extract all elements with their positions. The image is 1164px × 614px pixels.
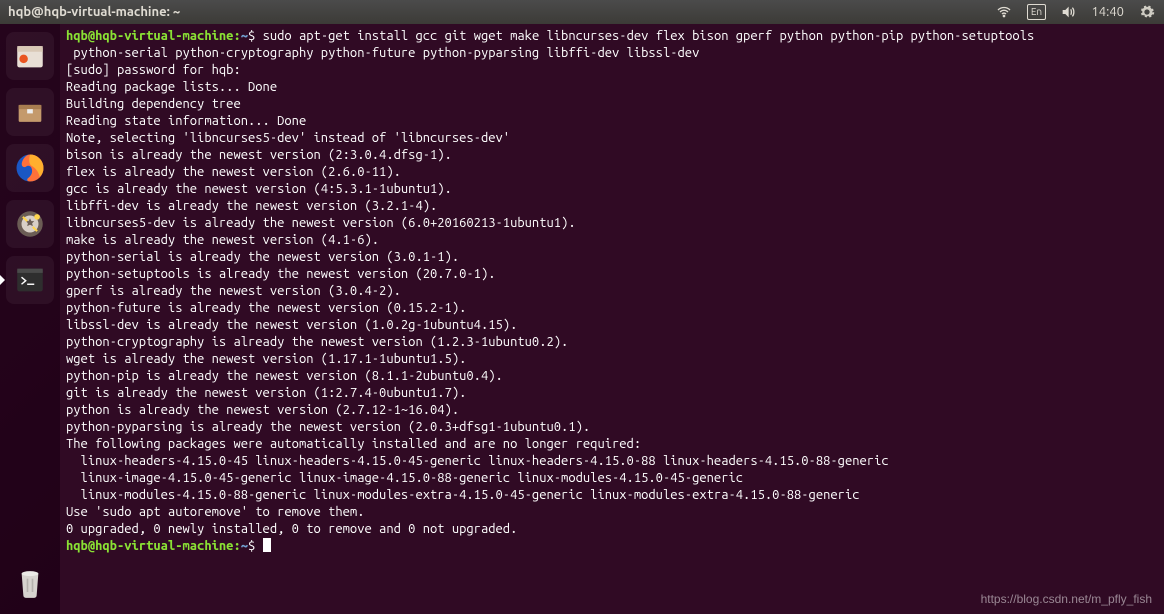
- system-tray: En 14:40: [995, 3, 1156, 21]
- terminal-output: [sudo] password for hqb: Reading package…: [66, 63, 889, 536]
- trash-icon[interactable]: [6, 558, 54, 606]
- cursor: [263, 538, 271, 552]
- prompt-end: $: [248, 29, 263, 43]
- prompt-sep: :: [233, 29, 240, 43]
- wifi-icon[interactable]: [995, 3, 1013, 21]
- terminal-icon[interactable]: [6, 256, 54, 304]
- language-indicator[interactable]: En: [1027, 3, 1045, 21]
- launcher: [0, 24, 60, 614]
- clock[interactable]: 14:40: [1091, 5, 1124, 19]
- archive-app-icon[interactable]: [6, 88, 54, 136]
- gear-icon[interactable]: [1138, 3, 1156, 21]
- prompt-user: hqb@hqb-virtual-machine: [66, 29, 233, 43]
- sound-icon[interactable]: [1059, 3, 1077, 21]
- titlebar: hqb@hqb-virtual-machine: ~ En 14:40: [0, 0, 1164, 24]
- terminal-pane[interactable]: hqb@hqb-virtual-machine:~$ sudo apt-get …: [60, 24, 1164, 614]
- watermark: https://blog.csdn.net/m_pfly_fish: [981, 591, 1152, 608]
- firefox-icon[interactable]: [6, 144, 54, 192]
- prompt-path: ~: [241, 29, 248, 43]
- files-app-icon[interactable]: [6, 32, 54, 80]
- settings-app-icon[interactable]: [6, 200, 54, 248]
- prompt-user-2: hqb@hqb-virtual-machine: [66, 539, 233, 553]
- window-title: hqb@hqb-virtual-machine: ~: [8, 5, 995, 19]
- desktop: hqb@hqb-virtual-machine:~$ sudo apt-get …: [0, 24, 1164, 614]
